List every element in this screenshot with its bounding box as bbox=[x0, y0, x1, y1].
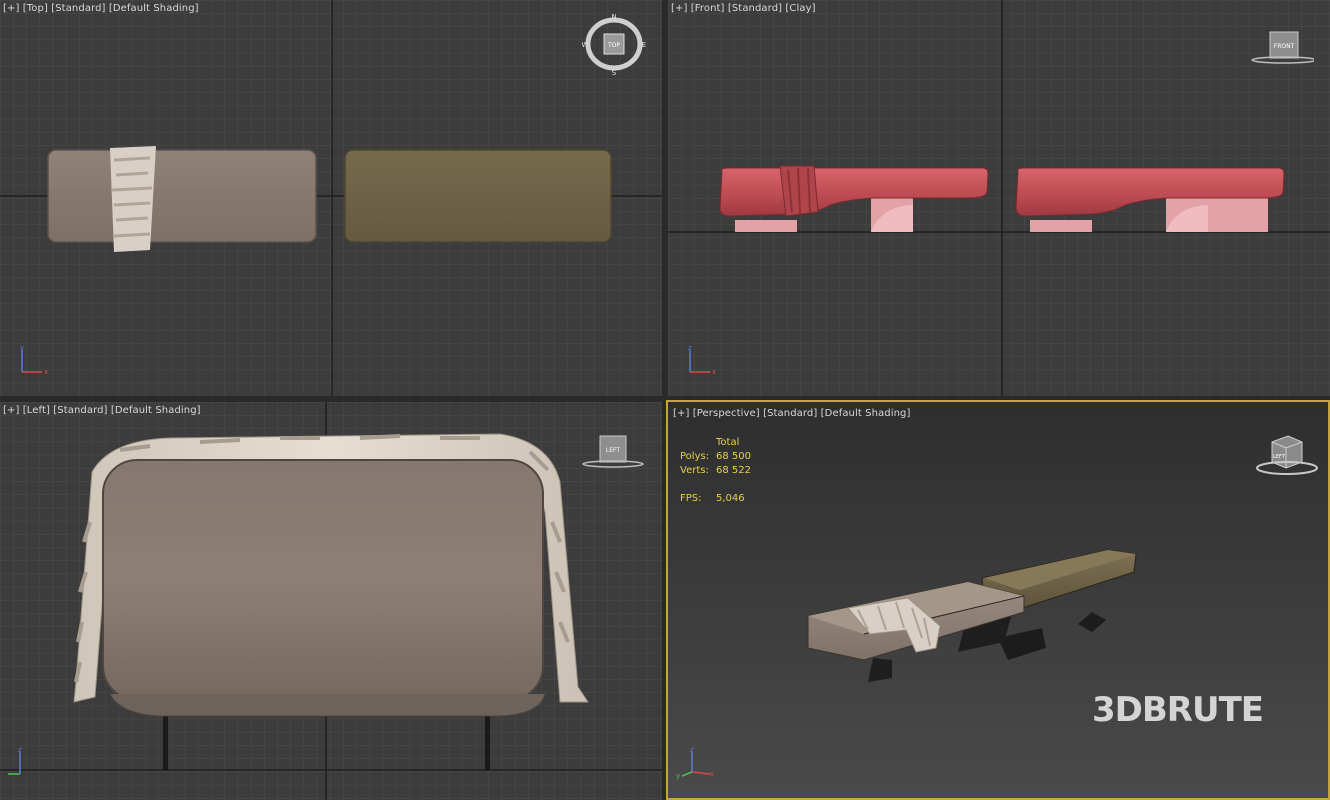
stats-fps-value: 5,046 bbox=[716, 493, 745, 504]
viewport-shading-mode[interactable]: [Default Shading] bbox=[109, 3, 199, 14]
viewport-front-grid bbox=[668, 0, 1330, 396]
viewport-point-of-view[interactable]: [Front] bbox=[691, 3, 725, 14]
viewport-point-of-view[interactable]: [Top] bbox=[23, 3, 48, 14]
svg-text:z: z bbox=[688, 344, 692, 352]
compass-east: E bbox=[642, 41, 646, 49]
viewport-menu-plus[interactable]: [+] bbox=[3, 405, 19, 416]
viewport-perspective-label[interactable]: [+] [Perspective] [Standard] [Default Sh… bbox=[673, 408, 911, 419]
statistics-overlay: Total Polys: 68 500 Verts: 68 522 FPS: 5,04… bbox=[680, 436, 776, 506]
compass-north: N bbox=[611, 14, 616, 21]
viewcube-compass[interactable]: TOP N S E W bbox=[582, 14, 648, 76]
viewcube[interactable]: LEFT bbox=[580, 432, 646, 472]
watermark-logo: 3DBRUTE bbox=[1091, 690, 1264, 730]
viewcube-face-label: LEFT bbox=[1273, 454, 1286, 460]
axis-tripod-icon: y x bbox=[20, 344, 48, 376]
svg-text:z: z bbox=[690, 746, 694, 754]
viewcube[interactable]: LEFT bbox=[1252, 432, 1318, 480]
viewport-shading-mode[interactable]: [Default Shading] bbox=[821, 408, 911, 419]
viewport-left-label[interactable]: [+] [Left] [Standard] [Default Shading] bbox=[3, 405, 201, 416]
axis-tripod-icon: z x bbox=[688, 344, 716, 376]
viewport-shading-mode[interactable]: [Clay] bbox=[785, 3, 815, 14]
viewport-menu-plus[interactable]: [+] bbox=[3, 3, 19, 14]
viewport-top-label[interactable]: [+] [Top] [Standard] [Default Shading] bbox=[3, 3, 199, 14]
viewport-camera-mode[interactable]: [Standard] bbox=[728, 3, 782, 14]
viewport-front-label[interactable]: [+] [Front] [Standard] [Clay] bbox=[671, 3, 816, 14]
svg-text:x: x bbox=[712, 368, 716, 376]
viewport-top[interactable]: [+] [Top] [Standard] [Default Shading] T… bbox=[0, 0, 662, 396]
viewcube-face-label: TOP bbox=[607, 42, 620, 49]
viewport-left[interactable]: [+] [Left] [Standard] [Default Shading] … bbox=[0, 402, 662, 800]
viewport-menu-plus[interactable]: [+] bbox=[671, 3, 687, 14]
axis-tripod-icon: z bbox=[8, 746, 22, 775]
viewport-point-of-view[interactable]: [Perspective] bbox=[693, 408, 760, 419]
viewport-top-grid bbox=[0, 0, 662, 396]
svg-text:y: y bbox=[20, 344, 24, 352]
bench-cushion-side[interactable] bbox=[102, 459, 546, 717]
viewcube[interactable]: FRONT bbox=[1248, 28, 1314, 68]
stats-polys-label: Polys: bbox=[680, 451, 710, 462]
stats-header: Total bbox=[716, 437, 740, 448]
bench-cushion-olive[interactable] bbox=[344, 149, 612, 243]
viewport-camera-mode[interactable]: [Standard] bbox=[53, 405, 107, 416]
svg-text:x: x bbox=[44, 368, 48, 376]
stats-polys-value: 68 500 bbox=[716, 451, 751, 462]
viewcube-face-label: LEFT bbox=[606, 447, 620, 454]
viewport-menu-plus[interactable]: [+] bbox=[673, 408, 689, 419]
viewport-left-grid bbox=[0, 402, 662, 800]
viewcube-face-label: FRONT bbox=[1274, 43, 1295, 50]
bench-cushion-taupe[interactable] bbox=[47, 149, 317, 243]
stats-fps-label: FPS: bbox=[680, 493, 702, 504]
compass-south: S bbox=[612, 69, 617, 76]
viewport-front[interactable]: [+] [Front] [Standard] [Clay] FRONT z x bbox=[668, 0, 1330, 396]
viewport-shading-mode[interactable]: [Default Shading] bbox=[111, 405, 201, 416]
viewport-camera-mode[interactable]: [Standard] bbox=[763, 408, 817, 419]
viewport-perspective[interactable]: [+] [Perspective] [Standard] [Default Sh… bbox=[666, 400, 1330, 800]
axis-tripod-icon: z x y bbox=[676, 746, 714, 780]
stats-verts-value: 68 522 bbox=[716, 465, 751, 476]
compass-west: W bbox=[582, 41, 589, 49]
svg-text:x: x bbox=[710, 770, 714, 778]
throw-blanket[interactable] bbox=[110, 146, 156, 252]
viewport-point-of-view[interactable]: [Left] bbox=[23, 405, 50, 416]
viewport-camera-mode[interactable]: [Standard] bbox=[51, 3, 105, 14]
svg-text:y: y bbox=[676, 772, 680, 780]
stats-verts-label: Verts: bbox=[680, 465, 709, 476]
svg-text:z: z bbox=[18, 746, 22, 754]
